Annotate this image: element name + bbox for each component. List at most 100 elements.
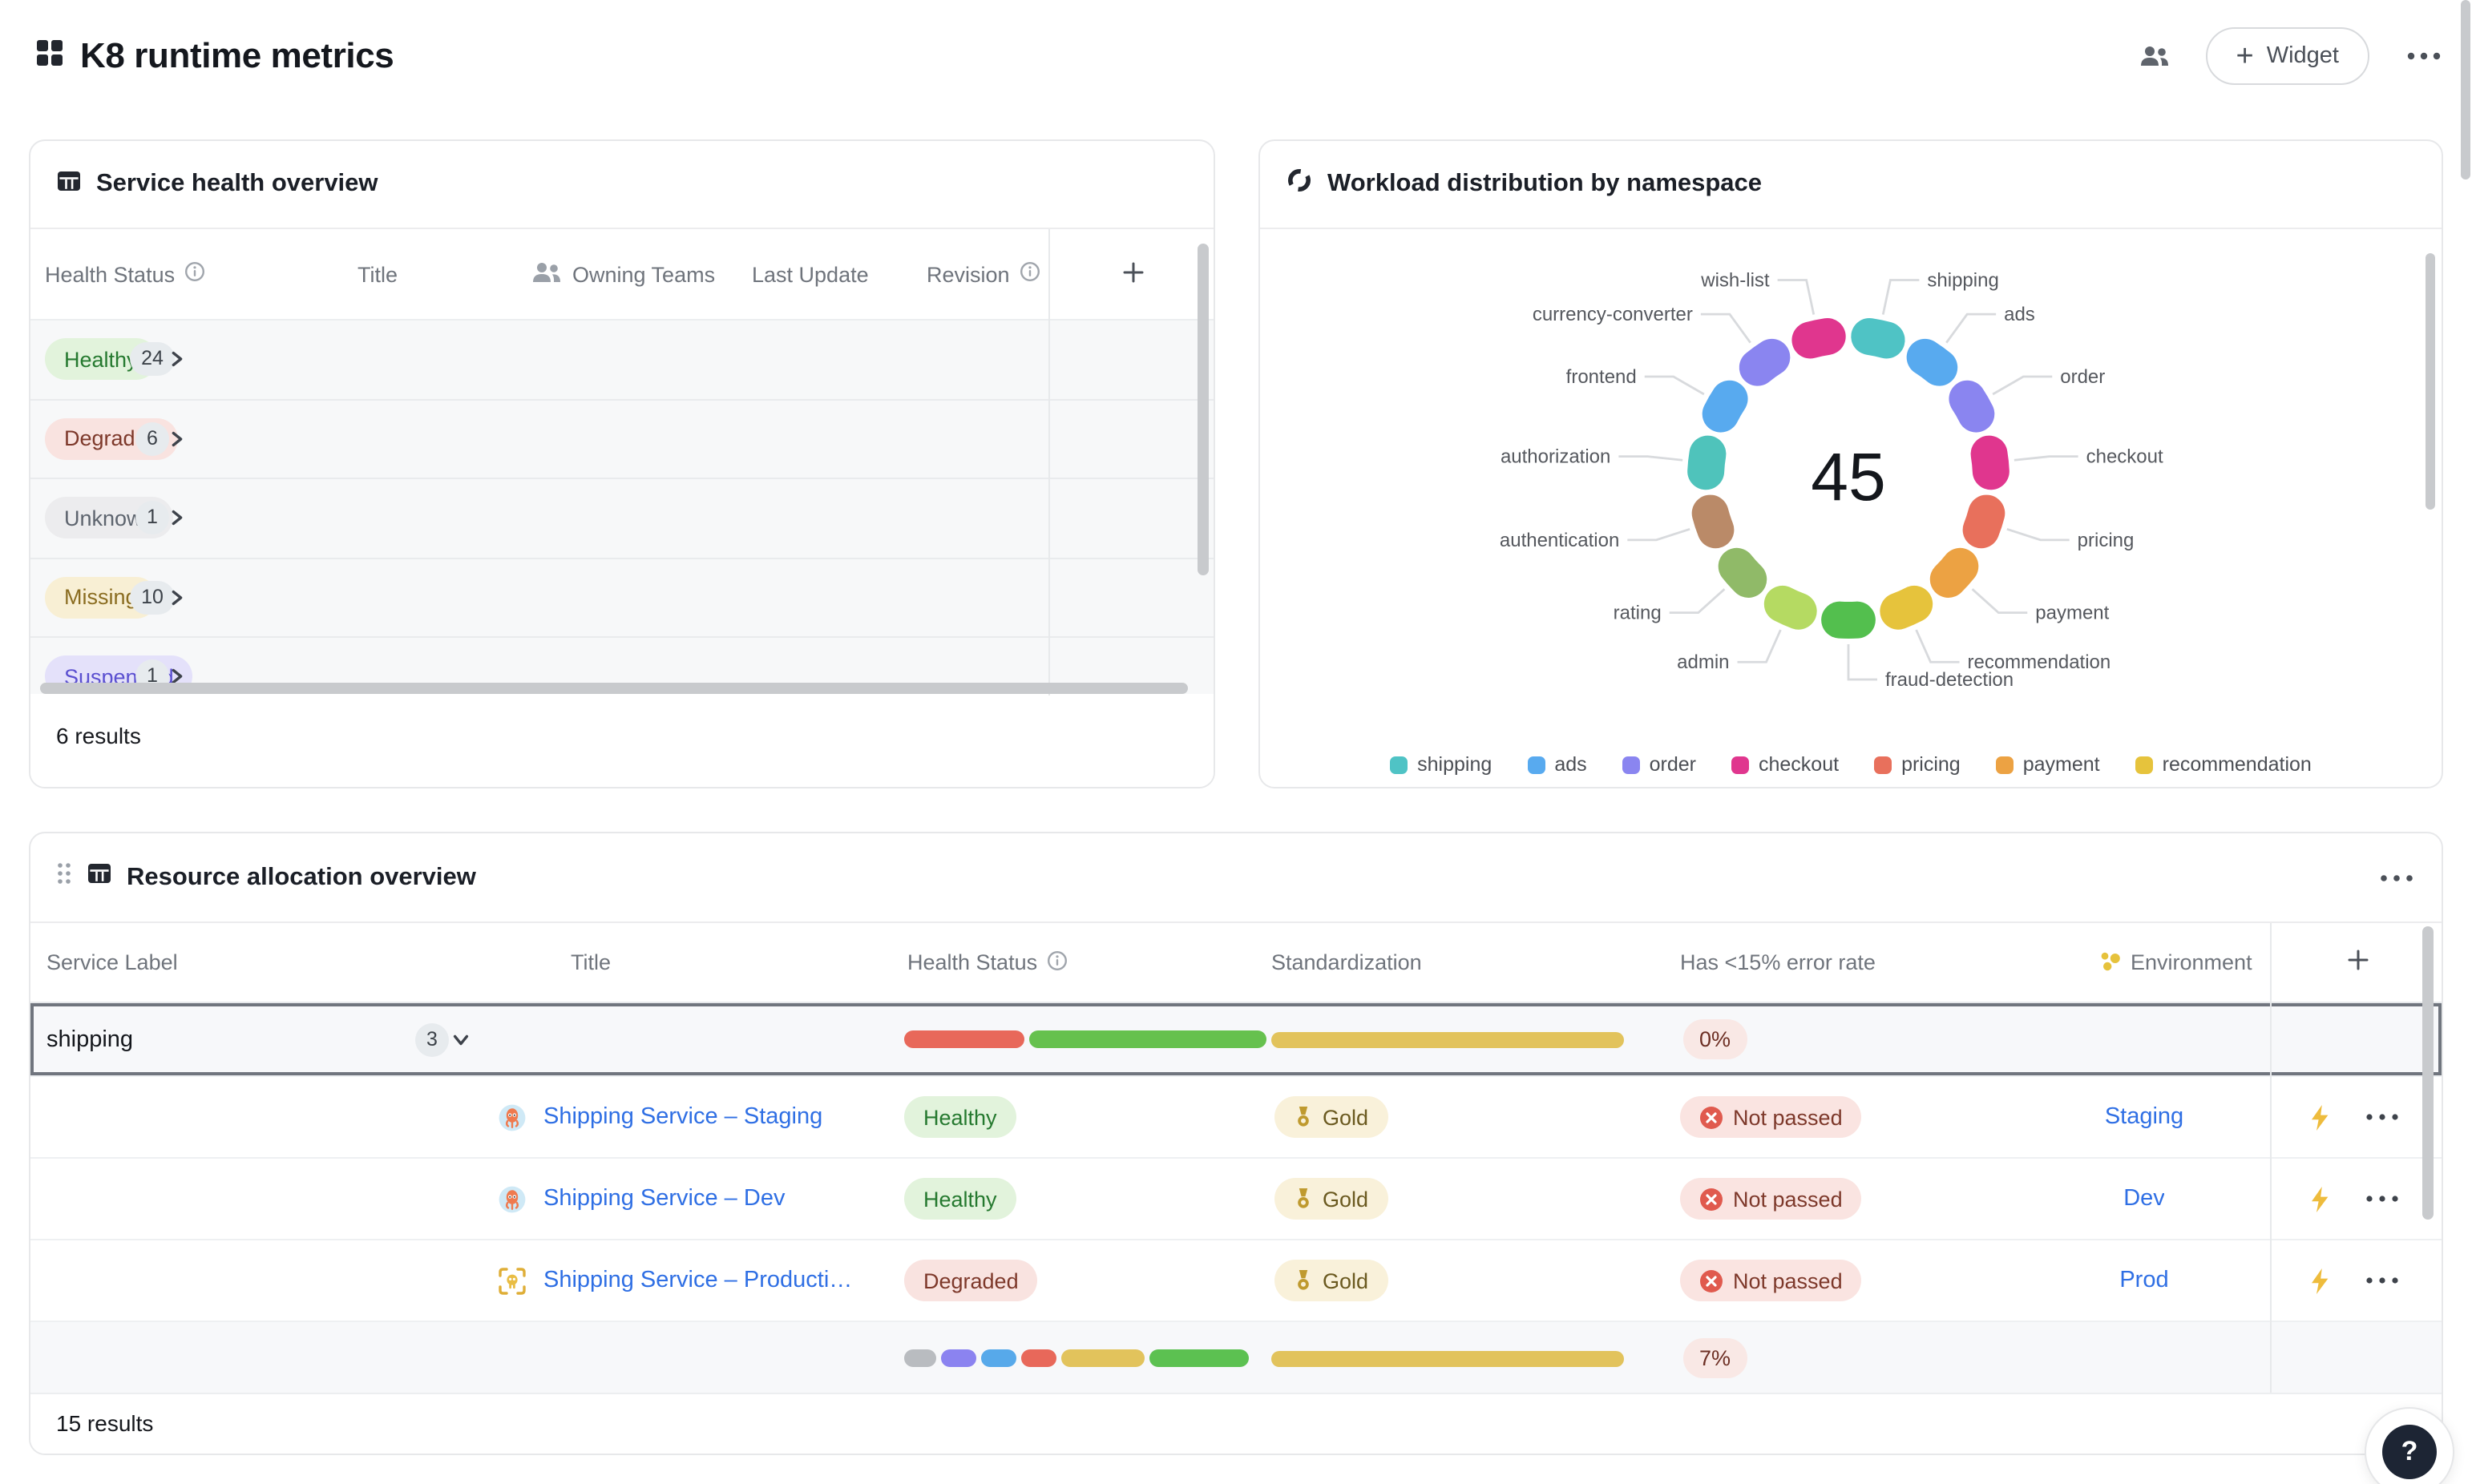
chevron-right-icon[interactable]: [168, 351, 186, 369]
legend-item-recommendation[interactable]: recommendation: [2135, 753, 2312, 776]
chevron-right-icon[interactable]: [168, 430, 186, 448]
run-action-button[interactable]: [2308, 1267, 2331, 1294]
chevron-down-icon[interactable]: [452, 1030, 470, 1048]
legend-item-pricing[interactable]: pricing: [1874, 753, 1961, 776]
column-header-owning-teams[interactable]: Owning Teams: [511, 260, 736, 288]
chevron-right-icon[interactable]: [168, 589, 186, 607]
environment-link[interactable]: Dev: [2123, 1186, 2165, 1212]
row-menu-ellipsis-icon[interactable]: [2363, 1192, 2401, 1205]
info-icon[interactable]: [1047, 950, 1068, 975]
expand-row-chevron[interactable]: [168, 351, 186, 369]
expand-row-chevron[interactable]: [168, 430, 186, 448]
donut-segment-authorization[interactable]: [1706, 454, 1707, 472]
donut-segment-wish-list[interactable]: [1810, 337, 1827, 341]
column-header-last-update[interactable]: Last Update: [736, 262, 904, 286]
add-column-button[interactable]: [2270, 949, 2443, 976]
page-scrollbar[interactable]: [2461, 0, 2470, 179]
add-widget-button[interactable]: + Widget: [2206, 27, 2370, 85]
widget-menu-ellipsis-icon[interactable]: [2377, 871, 2416, 884]
donut-segment-admin[interactable]: [1783, 604, 1799, 611]
row-menu-ellipsis-icon[interactable]: [2363, 1274, 2401, 1287]
donut-segment-checkout[interactable]: [1989, 454, 1991, 472]
legend-item-payment[interactable]: payment: [1996, 753, 2100, 776]
column-header-standardization[interactable]: Standardization: [1271, 950, 1677, 974]
column-header-environment[interactable]: Environment: [2018, 950, 2270, 975]
people-icon: [2139, 45, 2171, 67]
info-icon[interactable]: [1020, 261, 1040, 287]
vertical-scrollbar[interactable]: [2422, 926, 2434, 1220]
collapse-group-chevron[interactable]: [452, 1030, 470, 1048]
column-header-error-rate[interactable]: Has <15% error rate: [1677, 950, 2018, 974]
column-header-health-status[interactable]: Health Status: [30, 261, 343, 287]
environment-link[interactable]: Staging: [2105, 1104, 2183, 1130]
group-row[interactable]: 7%: [30, 1322, 2442, 1396]
entity-row[interactable]: Shipping Service – DevHealthyGoldNot pas…: [30, 1159, 2442, 1240]
service-label-cell: shipping3: [30, 1003, 483, 1075]
drag-handle-icon[interactable]: [56, 861, 72, 894]
horizontal-scrollbar[interactable]: [40, 683, 1188, 694]
column-header-title[interactable]: Title: [483, 950, 904, 974]
donut-segment-frontend[interactable]: [1721, 399, 1730, 414]
health-status-badge: Healthy: [904, 1178, 1016, 1220]
donut-segment-pricing[interactable]: [1981, 514, 1987, 530]
expand-row-chevron[interactable]: [168, 510, 186, 527]
share-users-icon[interactable]: [2139, 45, 2171, 67]
run-action-button[interactable]: [2308, 1103, 2331, 1131]
run-action-bolt-icon[interactable]: [2308, 1103, 2331, 1131]
donut-label-currency-converter: currency-converter: [1533, 304, 1693, 325]
donut-segment-recommendation[interactable]: [1898, 604, 1914, 611]
standardization-badge: Gold: [1274, 1178, 1387, 1220]
column-header-title[interactable]: Title: [343, 262, 511, 286]
row-menu-ellipsis-icon[interactable]: [2363, 1111, 2401, 1123]
info-icon[interactable]: [184, 261, 205, 287]
table-row[interactable]: Healthy24: [30, 321, 1214, 400]
row-menu-ellipsis-icon[interactable]: [2363, 1111, 2401, 1123]
info-icon[interactable]: [184, 261, 205, 282]
info-icon[interactable]: [1047, 950, 1068, 970]
donut-segment-order[interactable]: [1967, 399, 1976, 414]
table-row[interactable]: Missing10: [30, 559, 1214, 638]
donut-segment-authentication[interactable]: [1711, 514, 1716, 530]
page-menu-ellipsis-icon[interactable]: [2405, 50, 2443, 63]
entity-title-link[interactable]: Shipping Service – Staging: [543, 1104, 822, 1130]
donut-segment-currency-converter[interactable]: [1758, 357, 1772, 368]
column-header-service-label[interactable]: Service Label: [30, 950, 483, 974]
column-header-revision[interactable]: Revision: [904, 261, 1048, 287]
run-action-button[interactable]: [2308, 1185, 2331, 1212]
entity-title-link[interactable]: Shipping Service – Dev: [543, 1186, 785, 1212]
resource-allocation-card: Resource allocation overview Service Lab…: [29, 832, 2443, 1455]
donut-segment-shipping[interactable]: [1869, 337, 1886, 341]
legend-item-checkout[interactable]: checkout: [1731, 753, 1839, 776]
expand-row-chevron[interactable]: [168, 589, 186, 607]
table-row[interactable]: Unknown1: [30, 479, 1214, 559]
group-label: shipping: [46, 1026, 133, 1052]
donut-label-line: [1738, 630, 1781, 662]
widget-title: Resource allocation overview: [127, 863, 476, 892]
legend-item-shipping[interactable]: shipping: [1390, 753, 1492, 776]
vertical-scrollbar[interactable]: [2426, 253, 2435, 510]
chevron-right-icon[interactable]: [168, 510, 186, 527]
page-menu-ellipsis-icon[interactable]: [2405, 50, 2443, 63]
drag-handle-icon[interactable]: [56, 861, 72, 886]
vertical-scrollbar[interactable]: [1198, 244, 1209, 575]
legend-item-order[interactable]: order: [1622, 753, 1696, 776]
row-menu-ellipsis-icon[interactable]: [2363, 1192, 2401, 1205]
column-header-health-status[interactable]: Health Status: [904, 950, 1271, 975]
run-action-bolt-icon[interactable]: [2308, 1185, 2331, 1212]
run-action-bolt-icon[interactable]: [2308, 1267, 2331, 1294]
entity-row[interactable]: Shipping Service – StagingHealthyGoldNot…: [30, 1077, 2442, 1159]
donut-segment-rating[interactable]: [1737, 567, 1749, 579]
group-row[interactable]: shipping30%: [30, 1003, 2442, 1077]
entity-row[interactable]: Shipping Service – Producti…DegradedGold…: [30, 1240, 2442, 1322]
widget-menu-ellipsis-icon[interactable]: [2377, 871, 2416, 884]
info-icon[interactable]: [1020, 261, 1040, 282]
entity-title-link[interactable]: Shipping Service – Producti…: [543, 1268, 852, 1293]
page-title: K8 runtime metrics: [80, 35, 394, 77]
donut-segment-payment[interactable]: [1949, 567, 1961, 579]
table-row[interactable]: Degraded6: [30, 400, 1214, 479]
row-menu-ellipsis-icon[interactable]: [2363, 1274, 2401, 1287]
legend-item-ads[interactable]: ads: [1527, 753, 1586, 776]
donut-segment-ads[interactable]: [1925, 357, 1940, 368]
add-column-button[interactable]: [1048, 260, 1215, 288]
environment-link[interactable]: Prod: [2119, 1268, 2168, 1293]
